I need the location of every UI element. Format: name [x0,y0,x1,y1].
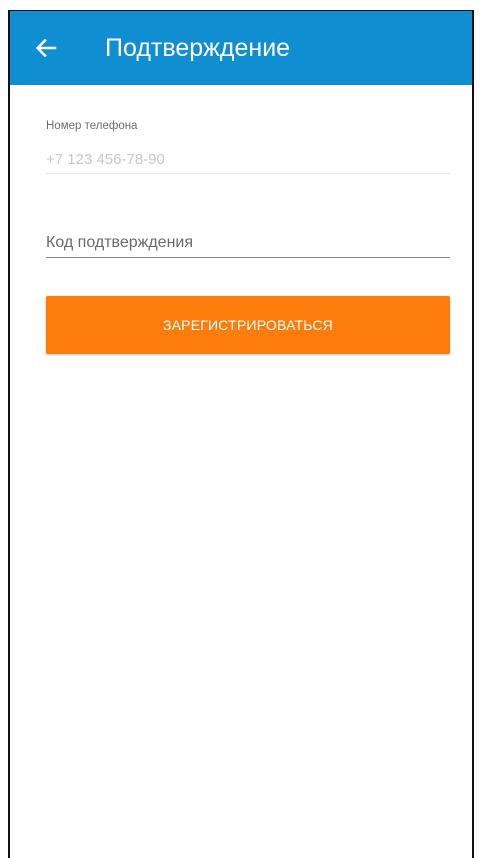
back-button[interactable] [28,30,64,66]
confirmation-code-input[interactable] [46,229,450,258]
page-title: Подтверждение [105,34,291,62]
app-bar: Подтверждение [10,11,472,85]
phone-input[interactable] [46,145,450,174]
register-button[interactable]: ЗАРЕГИСТРИРОВАТЬСЯ [46,296,450,354]
phone-field-label: Номер телефона [46,120,138,132]
arrow-left-icon [35,38,57,58]
confirmation-screen: Подтверждение Номер телефона ЗАРЕГИСТРИР… [8,10,474,858]
